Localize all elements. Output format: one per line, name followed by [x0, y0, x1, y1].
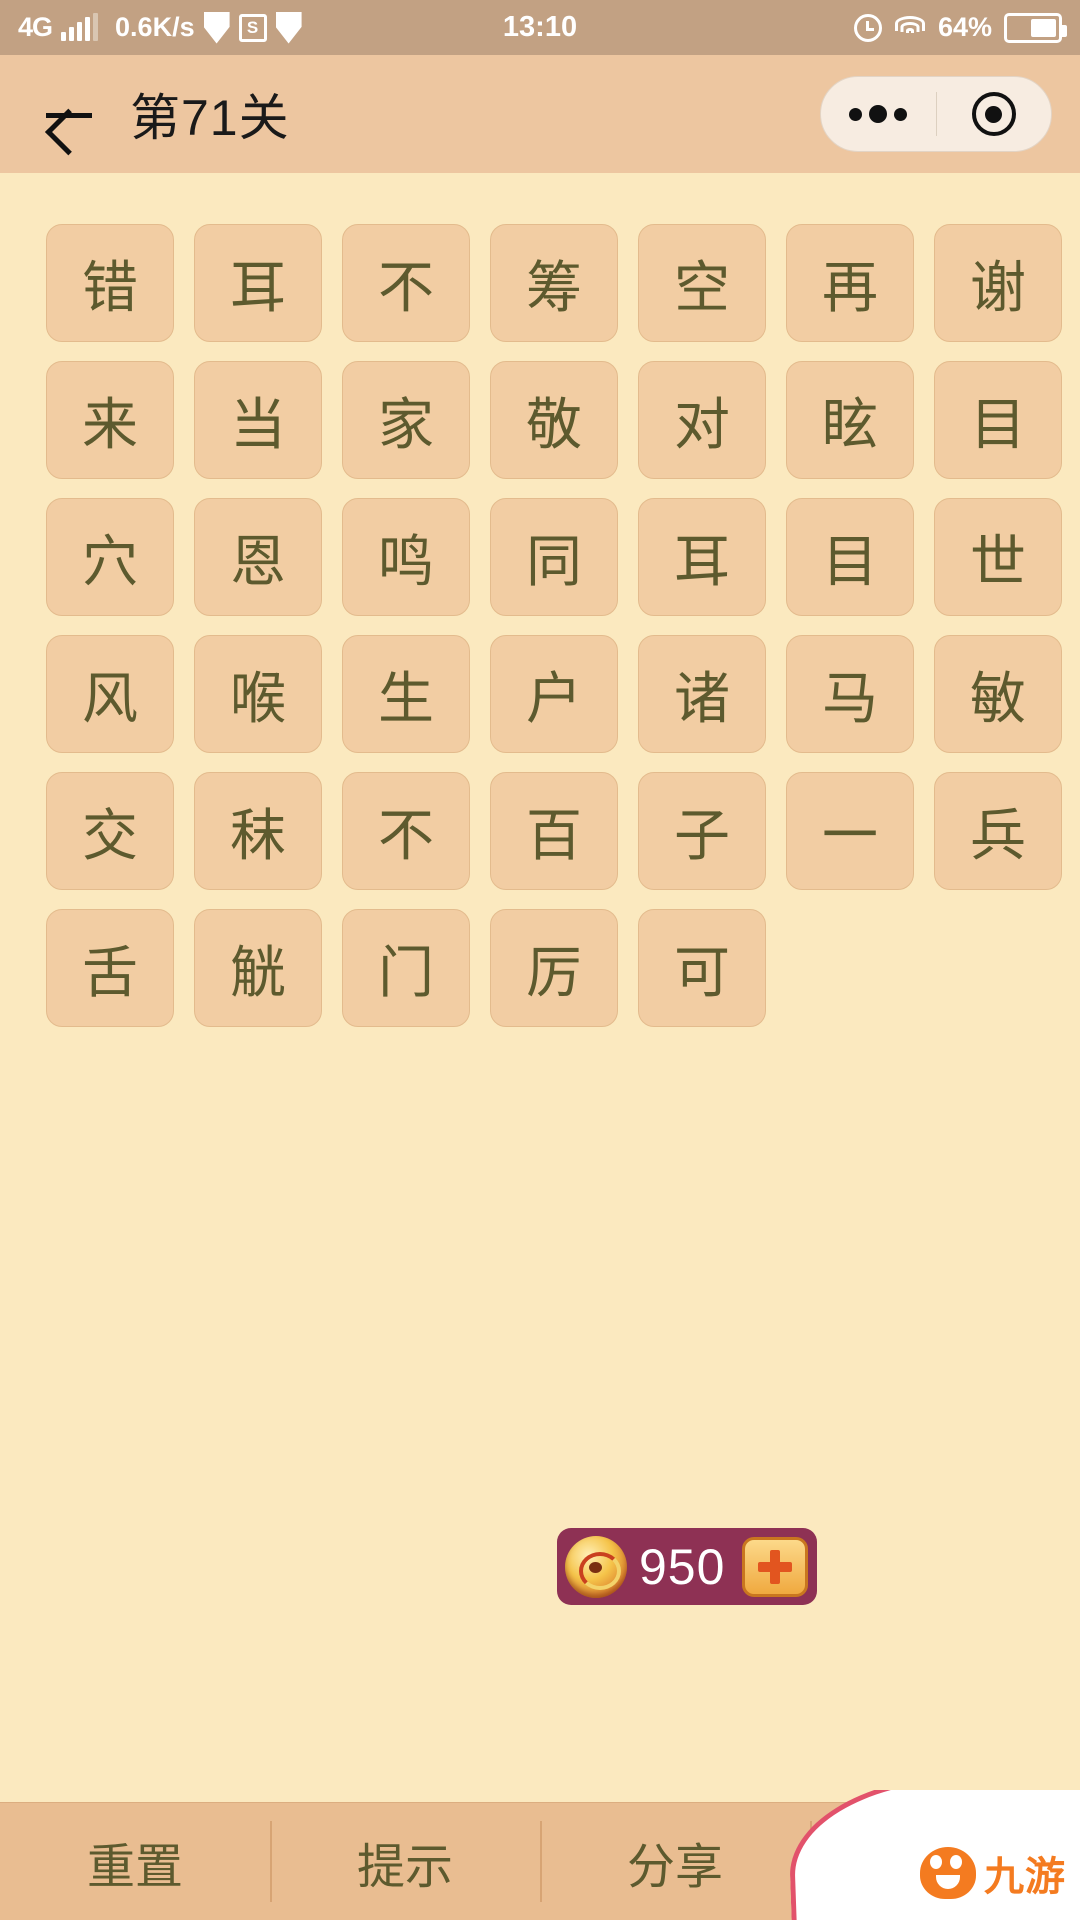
app-bar: 第71关	[0, 55, 1080, 173]
tile[interactable]: 空	[638, 224, 766, 342]
score-value: 950	[639, 1538, 726, 1595]
wifi-icon	[894, 15, 926, 40]
tile[interactable]: 耳	[638, 498, 766, 616]
tile[interactable]: 生	[342, 635, 470, 753]
status-bar: 4G 0.6K/s S 13:10 64%	[0, 0, 1080, 55]
tile[interactable]: 兵	[934, 772, 1062, 890]
more-dots-icon[interactable]	[821, 105, 936, 123]
tile[interactable]: 风	[46, 635, 174, 753]
tile[interactable]: 家	[342, 361, 470, 479]
tile[interactable]: 可	[638, 909, 766, 1027]
tile[interactable]: 对	[638, 361, 766, 479]
definition-button[interactable]: 释义	[810, 1803, 1080, 1920]
tile[interactable]: 眩	[786, 361, 914, 479]
tile[interactable]: 谢	[934, 224, 1062, 342]
hint-button[interactable]: 提示	[270, 1803, 540, 1920]
tile[interactable]: 秣	[194, 772, 322, 890]
share-button[interactable]: 分享	[540, 1803, 810, 1920]
coin-icon	[565, 1535, 627, 1598]
add-coins-button[interactable]	[742, 1536, 808, 1597]
tile[interactable]: 喉	[194, 635, 322, 753]
tile[interactable]: 诸	[638, 635, 766, 753]
battery-icon	[1004, 12, 1067, 43]
grid-row: 舌 觥 门 厉 可	[46, 909, 1080, 1027]
page-title: 第71关	[130, 90, 290, 146]
tile[interactable]: 不	[342, 772, 470, 890]
tile[interactable]: 舌	[46, 909, 174, 1027]
tile[interactable]: 世	[934, 498, 1062, 616]
score-badge: 950	[557, 1528, 817, 1605]
tile[interactable]: 错	[46, 224, 174, 342]
grid-row: 错 耳 不 筹 空 再 谢	[46, 224, 1080, 342]
tile[interactable]: 恩	[194, 498, 322, 616]
grid-row: 交 秣 不 百 子 一 兵	[46, 772, 1080, 890]
tile[interactable]: 当	[194, 361, 322, 479]
bottom-toolbar: 重置 提示 分享 释义	[0, 1802, 1080, 1920]
tile[interactable]: 鸣	[342, 498, 470, 616]
tile[interactable]: 厉	[490, 909, 618, 1027]
tile[interactable]: 交	[46, 772, 174, 890]
tile[interactable]: 敬	[490, 361, 618, 479]
tile[interactable]: 百	[490, 772, 618, 890]
tile[interactable]: 一	[786, 772, 914, 890]
tile[interactable]: 敏	[934, 635, 1062, 753]
tile[interactable]: 觥	[194, 909, 322, 1027]
back-arrow-icon[interactable]	[40, 85, 98, 143]
tile[interactable]: 穴	[46, 498, 174, 616]
tile[interactable]: 目	[786, 498, 914, 616]
tile[interactable]: 子	[638, 772, 766, 890]
tile[interactable]: 来	[46, 361, 174, 479]
grid-row: 风 喉 生 户 诸 马 敏	[46, 635, 1080, 753]
tile[interactable]: 目	[934, 361, 1062, 479]
grid-row: 穴 恩 鸣 同 耳 目 世	[46, 498, 1080, 616]
tile[interactable]: 再	[786, 224, 914, 342]
tile[interactable]: 不	[342, 224, 470, 342]
tile[interactable]: 筹	[490, 224, 618, 342]
tile[interactable]: 同	[490, 498, 618, 616]
tile[interactable]: 马	[786, 635, 914, 753]
reset-button[interactable]: 重置	[0, 1803, 270, 1920]
tile[interactable]: 门	[342, 909, 470, 1027]
grid-row: 来 当 家 敬 对 眩 目	[46, 361, 1080, 479]
target-circle-icon[interactable]	[937, 92, 1052, 136]
tile[interactable]: 耳	[194, 224, 322, 342]
alarm-clock-icon	[853, 13, 882, 42]
tile[interactable]: 户	[490, 635, 618, 753]
miniprogram-capsule[interactable]	[820, 76, 1052, 152]
character-grid: 错 耳 不 筹 空 再 谢 来 当 家 敬 对 眩 目 穴 恩 鸣 同 耳 目 …	[0, 178, 1080, 1046]
